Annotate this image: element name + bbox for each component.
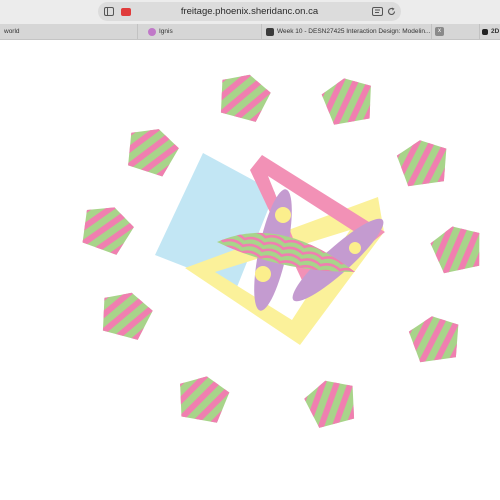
close-tab-icon[interactable]: x	[435, 27, 444, 36]
striped-pentagon	[75, 198, 139, 258]
tab-blank[interactable]: x	[432, 24, 480, 39]
tab-label: 2D	[491, 28, 500, 35]
reload-icon[interactable]	[385, 2, 397, 21]
tab-world[interactable]: world	[0, 24, 138, 39]
2d-favicon-icon	[482, 28, 488, 35]
reader-icon[interactable]	[371, 2, 383, 21]
address-bar[interactable]: freitage.phoenix.sheridanc.on.ca	[98, 2, 401, 21]
yellow-dot	[349, 242, 361, 254]
url-text[interactable]: freitage.phoenix.sheridanc.on.ca	[98, 2, 401, 21]
striped-pentagon	[319, 73, 377, 127]
striped-pentagon	[407, 312, 463, 364]
striped-pentagon	[395, 136, 451, 188]
tab-label: world	[4, 28, 20, 35]
yellow-dot	[275, 207, 291, 223]
striped-pentagon	[427, 221, 487, 275]
tab-ignis[interactable]: Ignis	[138, 24, 262, 39]
tab-label: Ignis	[159, 28, 173, 35]
central-composition	[155, 153, 385, 345]
tab-strip: world Ignis Week 10 - DESN27425 Interact…	[0, 24, 500, 40]
striped-pentagon	[174, 371, 232, 425]
yellow-dot	[255, 266, 271, 282]
tab-label: Week 10 - DESN27425 Interaction Design: …	[277, 28, 431, 35]
browser-toolbar: freitage.phoenix.sheridanc.on.ca	[0, 0, 500, 24]
striped-pentagon	[301, 374, 361, 430]
course-favicon-icon	[266, 27, 274, 36]
striped-pentagon	[214, 68, 274, 124]
tab-2d[interactable]: 2D	[480, 24, 500, 39]
ignis-favicon-icon	[148, 27, 156, 36]
striped-pentagon	[96, 286, 156, 342]
art-canvas	[75, 68, 487, 430]
tab-week-10[interactable]: Week 10 - DESN27425 Interaction Design: …	[262, 24, 432, 39]
